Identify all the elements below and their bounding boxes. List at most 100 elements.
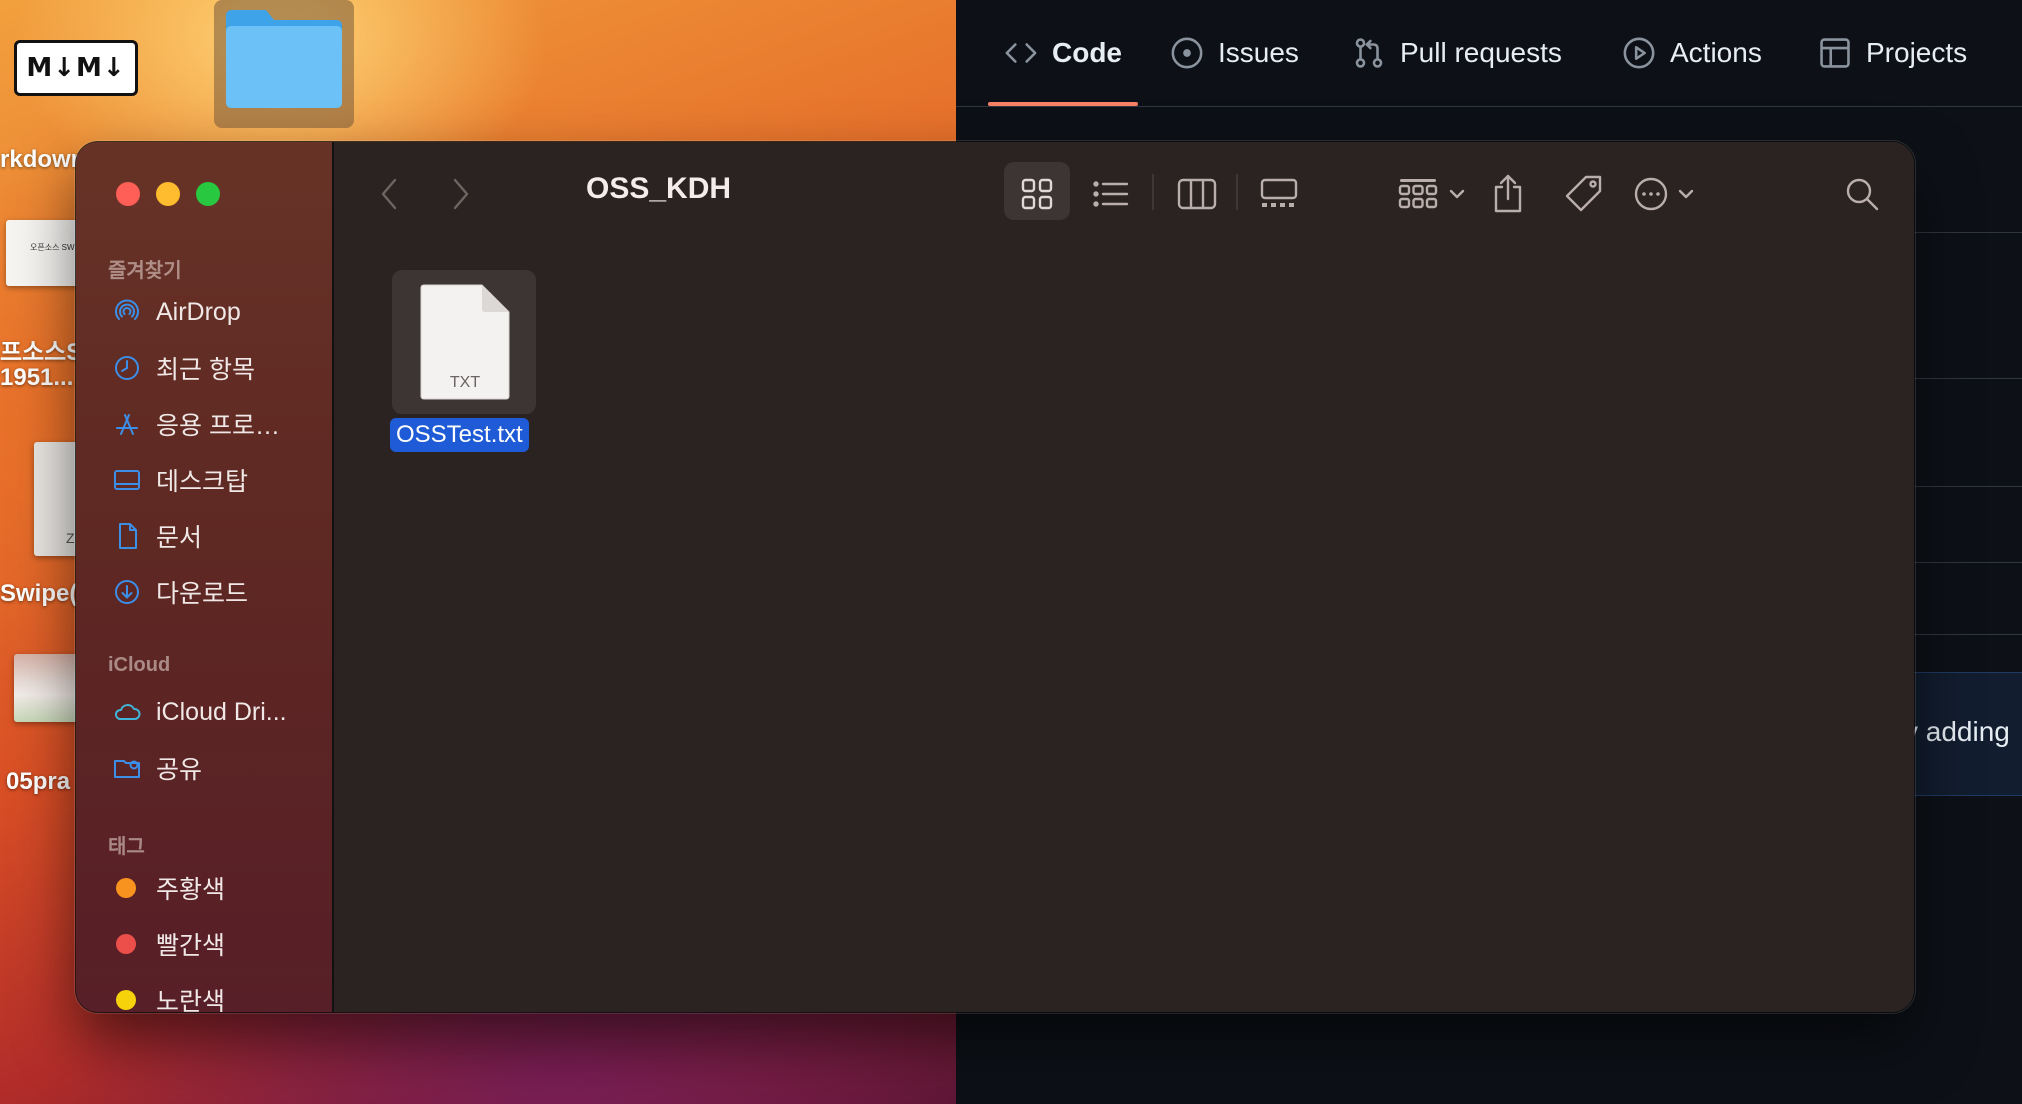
tab-actions[interactable]: Actions: [1622, 0, 1762, 106]
desktop-icon: [114, 470, 140, 490]
desktop-document-thumbnail[interactable]: 오픈소스 SW: [6, 220, 80, 286]
sidebar-item-desktop[interactable]: 데스크탑: [112, 460, 248, 500]
sidebar-item-documents[interactable]: 문서: [112, 516, 202, 556]
file-name-label[interactable]: OSSTest.txt: [390, 418, 529, 452]
finder-sidebar: 즐겨찾기 AirDrop 최근 항목 응용 프로… 데스크탑 문서 다운로드 i…: [76, 142, 334, 1012]
sidebar-item-airdrop[interactable]: AirDrop: [112, 292, 241, 332]
chevron-down-icon: [1678, 189, 1694, 199]
icon-view-button[interactable]: [1004, 164, 1070, 224]
list-view-button[interactable]: [1080, 164, 1142, 224]
share-icon: [1494, 174, 1522, 213]
sidebar-section-tags: 태그: [108, 836, 145, 858]
toolbar-divider: [1152, 174, 1154, 210]
yellow-tag-icon: [116, 990, 136, 1010]
issue-icon: [1171, 37, 1203, 69]
desktop-label-opensource-line2[interactable]: 1951...: [0, 364, 73, 392]
grid-icon: [1021, 178, 1053, 210]
sidebar-item-tag-yellow[interactable]: 노란색: [112, 980, 225, 1012]
file-type-label: TXT: [449, 374, 481, 391]
markdown-badge-text: M↓M↓: [26, 53, 126, 83]
list-icon: [1093, 181, 1129, 207]
cloud-icon: [114, 704, 141, 720]
table-icon: [1820, 38, 1850, 68]
tab-code-label: Code: [1052, 37, 1122, 68]
tab-pull-requests-label: Pull requests: [1400, 37, 1562, 68]
sidebar-item-label: iCloud Dri...: [156, 697, 287, 726]
sidebar-item-label: AirDrop: [156, 297, 241, 326]
pull-request-icon: [1355, 38, 1383, 68]
desktop-zip-file-icon[interactable]: Z: [34, 442, 80, 556]
finder-content: OSS_KDH TXT OSSTest.txt: [334, 142, 1914, 1012]
chevron-left-icon: [381, 178, 397, 210]
sidebar-item-tag-red[interactable]: 빨간색: [112, 924, 225, 964]
document-icon: [119, 523, 137, 549]
gallery-icon: [1260, 178, 1298, 207]
sidebar-item-label: 공유: [156, 756, 203, 784]
tag-icon: [1565, 175, 1602, 212]
desktop-label-markdown[interactable]: rkdown: [0, 146, 85, 174]
window-title: OSS_KDH: [586, 172, 732, 205]
tab-issues[interactable]: Issues: [1170, 0, 1299, 106]
sidebar-item-label: 데스크탑: [156, 468, 249, 496]
sidebar-item-label: 노란색: [156, 988, 226, 1012]
sidebar-item-recents[interactable]: 최근 항목: [112, 348, 255, 388]
chevron-down-icon: [1449, 189, 1465, 199]
sidebar-item-tag-orange[interactable]: 주황색: [112, 868, 225, 908]
folder-icon[interactable]: [222, 6, 346, 110]
desktop-label-practice[interactable]: 05pra: [6, 768, 70, 796]
tab-pull-requests[interactable]: Pull requests: [1352, 0, 1562, 106]
sidebar-item-shared[interactable]: 공유: [112, 748, 202, 788]
group-grid-icon: [1398, 179, 1438, 209]
active-tab-underline: [988, 102, 1138, 106]
shared-folder-icon: [114, 760, 140, 778]
sidebar-item-applications[interactable]: 응용 프로…: [112, 404, 280, 444]
tag-button[interactable]: [1556, 164, 1612, 224]
sidebar-item-label: 최근 항목: [156, 356, 255, 384]
info-banner-text: y adding: [1904, 716, 2010, 747]
minimize-button[interactable]: [156, 182, 180, 206]
red-tag-icon: [116, 934, 136, 954]
tab-projects[interactable]: Projects: [1818, 0, 1967, 106]
share-button[interactable]: [1482, 164, 1534, 224]
chevron-right-icon: [453, 178, 469, 210]
sidebar-item-label: 응용 프로…: [156, 412, 280, 440]
sidebar-section-icloud: iCloud: [108, 654, 171, 676]
zoom-button[interactable]: [196, 182, 220, 206]
back-button[interactable]: [370, 164, 410, 224]
airdrop-icon: [115, 299, 139, 320]
applications-icon: [116, 414, 138, 435]
sidebar-item-label: 다운로드: [156, 580, 249, 608]
sidebar-item-downloads[interactable]: 다운로드: [112, 572, 248, 612]
repo-nav-bar: Code Issues Pull requests Actions Projec…: [956, 0, 2022, 107]
columns-icon: [1177, 178, 1217, 210]
sidebar-item-label: 문서: [156, 524, 203, 552]
close-button[interactable]: [116, 182, 140, 206]
tab-code[interactable]: Code: [1004, 0, 1122, 106]
more-actions-button[interactable]: [1624, 164, 1704, 224]
sidebar-item-icloud-drive[interactable]: iCloud Dri...: [112, 692, 287, 732]
toolbar-divider: [1236, 174, 1238, 210]
txt-file-icon[interactable]: TXT: [418, 282, 512, 402]
desktop-label-swipe[interactable]: Swipe(: [0, 580, 77, 608]
forward-button[interactable]: [440, 164, 480, 224]
search-icon: [1846, 178, 1879, 211]
group-button[interactable]: [1392, 164, 1472, 224]
thumbnail-text: 오픈소스 SW: [30, 243, 75, 252]
search-button[interactable]: [1834, 164, 1890, 224]
column-view-button[interactable]: [1164, 164, 1230, 224]
tab-projects-label: Projects: [1866, 37, 1968, 68]
zip-letter: Z: [66, 530, 75, 546]
orange-tag-icon: [116, 878, 136, 898]
play-icon: [1623, 37, 1655, 69]
code-icon: [1005, 43, 1037, 63]
sidebar-item-label: 주황색: [156, 876, 226, 904]
markdown-app-icon[interactable]: M↓M↓: [14, 40, 138, 96]
tab-issues-label: Issues: [1218, 37, 1299, 68]
finder-window: 즐겨찾기 AirDrop 최근 항목 응용 프로… 데스크탑 문서 다운로드 i…: [76, 142, 1914, 1012]
ellipsis-circle-icon: [1634, 177, 1668, 211]
sidebar-item-label: 빨간색: [156, 932, 226, 960]
tab-actions-label: Actions: [1670, 37, 1762, 68]
gallery-view-button[interactable]: [1246, 164, 1312, 224]
desktop-label-opensource-line1[interactable]: 프소스S: [0, 332, 82, 367]
desktop-image-thumbnail[interactable]: [14, 654, 80, 722]
